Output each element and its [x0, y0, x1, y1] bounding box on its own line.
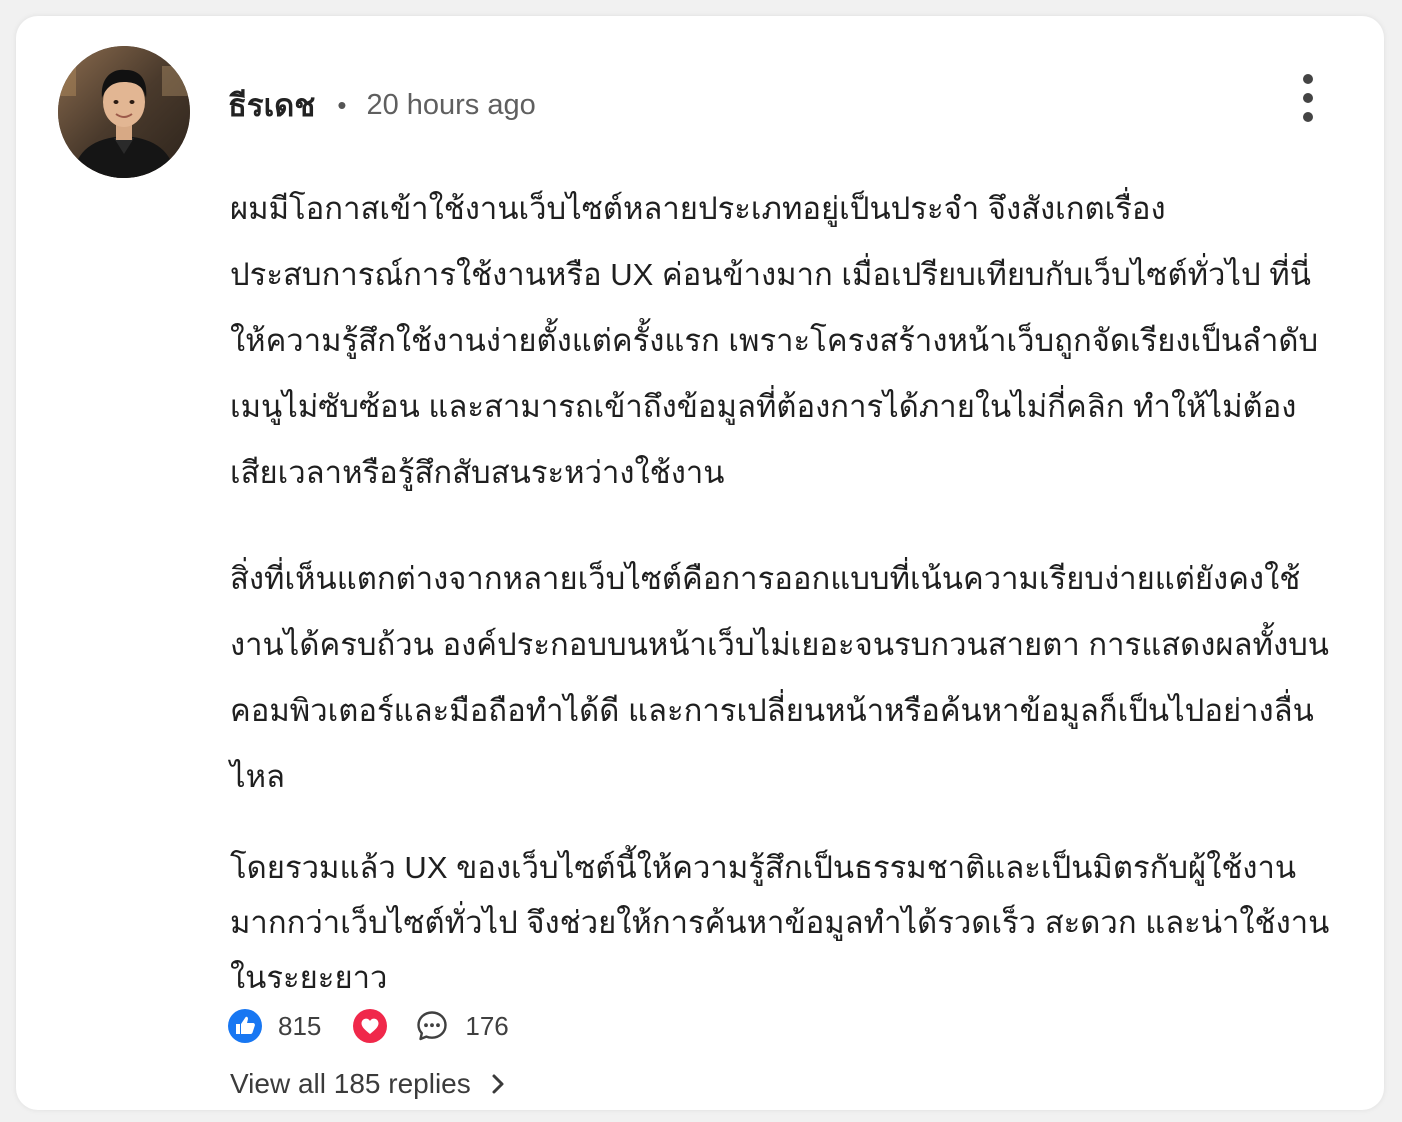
comment-paragraph-3: โดยรวมแล้ว UX ของเว็บไซต์นี้ให้ความรู้สึ…: [230, 850, 1330, 995]
like-button[interactable]: [228, 1009, 262, 1043]
chat-bubble-icon: [417, 1011, 448, 1041]
comment-button[interactable]: [415, 1009, 449, 1043]
comment-count: 176: [465, 1010, 509, 1041]
comment-header: ธีรเดช • 20 hours ago: [228, 82, 536, 128]
avatar[interactable]: [58, 46, 190, 178]
timestamp: 20 hours ago: [366, 88, 536, 121]
view-replies-label: View all 185 replies: [230, 1068, 471, 1099]
separator-dot: •: [337, 89, 347, 120]
love-button[interactable]: [353, 1009, 388, 1043]
heart-icon: [353, 1009, 388, 1043]
chevron-right-icon: [492, 1074, 504, 1094]
thumbs-up-icon: [228, 1009, 262, 1043]
more-options-button[interactable]: [1292, 74, 1324, 122]
comment-paragraph-2: สิ่งที่เห็นแตกต่างจากหลายเว็บไซต์คือการอ…: [230, 561, 1329, 794]
author-name[interactable]: ธีรเดช: [228, 80, 315, 130]
view-replies-link[interactable]: View all 185 replies: [230, 1062, 507, 1106]
comment-paragraph-1: ผมมีโอกาสเข้าใช้งานเว็บไซต์หลายประเภทอยู…: [230, 191, 1319, 490]
more-vertical-icon: [1303, 74, 1313, 84]
comment-card: ธีรเดช • 20 hours ago ผมมีโอกาสเข้าใช้งา…: [16, 16, 1384, 1110]
reaction-bar: 815 176: [228, 1006, 509, 1046]
comment-body: ผมมีโอกาสเข้าใช้งานเว็บไซต์หลายประเภทอยู…: [230, 176, 1330, 1005]
avatar-image: [58, 46, 190, 178]
like-count: 815: [278, 1010, 322, 1041]
